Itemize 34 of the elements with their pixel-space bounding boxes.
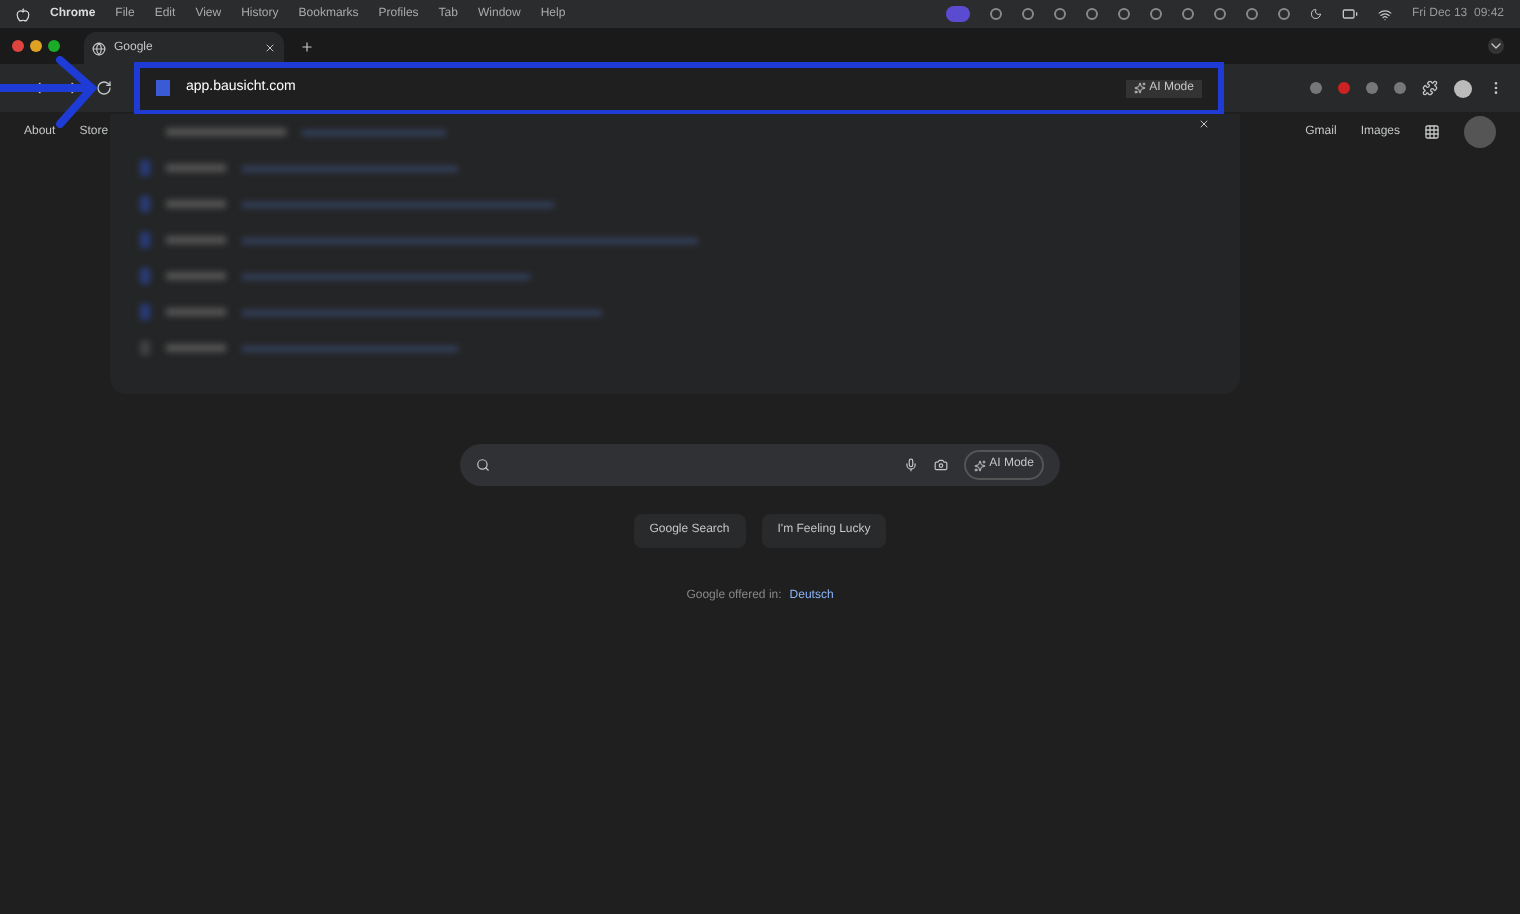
status-icon[interactable] bbox=[1053, 8, 1066, 20]
profile-avatar[interactable] bbox=[1454, 79, 1472, 97]
close-icon[interactable] bbox=[264, 42, 276, 54]
status-icon[interactable] bbox=[1085, 8, 1098, 20]
extension-icon[interactable] bbox=[1338, 82, 1350, 94]
status-icon[interactable] bbox=[1021, 8, 1034, 20]
reload-icon[interactable] bbox=[96, 80, 112, 96]
extension-icon[interactable] bbox=[1394, 82, 1406, 94]
apple-icon[interactable] bbox=[16, 7, 30, 21]
chevron-icon[interactable] bbox=[1488, 38, 1504, 54]
screen-icon[interactable] bbox=[945, 6, 970, 22]
apps-icon[interactable] bbox=[1424, 124, 1440, 140]
ai-search-icon bbox=[973, 459, 986, 471]
bookmark-icon bbox=[156, 80, 170, 96]
status-icon[interactable] bbox=[1213, 8, 1226, 20]
status-icon[interactable] bbox=[1245, 8, 1258, 20]
extension-icon[interactable] bbox=[1310, 82, 1322, 94]
moon-icon[interactable] bbox=[1309, 8, 1322, 20]
search-icon bbox=[476, 458, 490, 472]
remove-icon[interactable] bbox=[1198, 118, 1210, 130]
status-icon[interactable] bbox=[1181, 8, 1194, 20]
battery-icon[interactable] bbox=[1341, 6, 1358, 22]
extension-icon[interactable] bbox=[1366, 82, 1378, 94]
status-icon[interactable] bbox=[1149, 8, 1162, 20]
ai-search-icon bbox=[1133, 82, 1146, 94]
google-icon bbox=[92, 41, 106, 55]
wifi-icon[interactable] bbox=[1377, 7, 1392, 21]
camera-icon[interactable] bbox=[933, 458, 948, 472]
extensions-icon[interactable] bbox=[1422, 80, 1438, 96]
status-icon[interactable] bbox=[1117, 8, 1130, 20]
status-icon[interactable] bbox=[1277, 8, 1290, 20]
status-icon[interactable] bbox=[989, 8, 1002, 20]
mic-icon[interactable] bbox=[903, 458, 918, 472]
new-tab-icon[interactable] bbox=[300, 39, 314, 53]
